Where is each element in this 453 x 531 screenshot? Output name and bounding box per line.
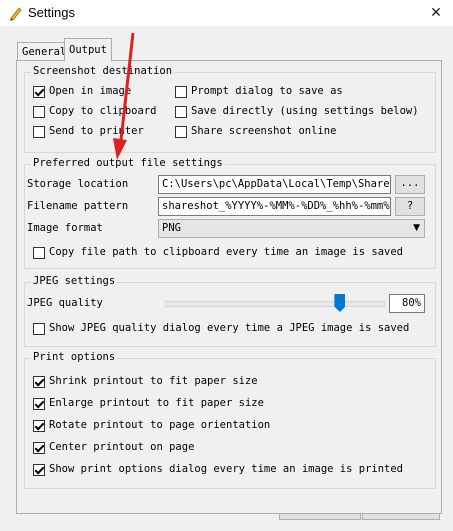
output-tab-panel: Screenshot destination Open in image Pro… — [16, 60, 442, 514]
title-bar: Settings ✕ — [0, 0, 453, 26]
jpeg-quality-value[interactable]: 80% — [389, 294, 425, 313]
copy-to-clipboard-checkbox[interactable] — [33, 106, 45, 118]
copy-file-path-checkbox[interactable] — [33, 247, 45, 259]
save-directly-checkbox[interactable] — [175, 106, 187, 118]
show-print-dialog-label: Show print options dialog every time an … — [49, 463, 404, 475]
prompt-dialog-checkbox[interactable] — [175, 86, 187, 98]
shrink-printout-label: Shrink printout to fit paper size — [49, 375, 258, 387]
copy-file-path-label: Copy file path to clipboard every time a… — [49, 246, 404, 258]
send-to-printer-checkbox[interactable] — [33, 126, 45, 138]
storage-location-input[interactable]: C:\Users\pc\AppData\Local\Temp\ShareSh — [158, 175, 391, 194]
chevron-down-icon: ▼ — [413, 223, 420, 233]
shrink-printout-checkbox[interactable] — [33, 376, 45, 388]
group-label: Screenshot destination — [31, 65, 175, 77]
copy-to-clipboard-label: Copy to clipboard — [49, 105, 157, 117]
prompt-dialog-label: Prompt dialog to save as — [191, 85, 343, 97]
image-format-value: PNG — [162, 222, 181, 234]
jpeg-settings-group: JPEG settings JPEG quality 80% Show JPEG… — [24, 275, 436, 347]
jpeg-quality-label: JPEG quality — [27, 297, 103, 309]
output-file-settings-group: Preferred output file settings Storage l… — [24, 157, 436, 269]
screenshot-destination-group: Screenshot destination Open in image Pro… — [24, 65, 436, 153]
share-online-label: Share screenshot online — [191, 125, 337, 137]
show-jpeg-dialog-label: Show JPEG quality dialog every time a JP… — [49, 322, 410, 334]
open-in-image-label: Open in image — [49, 85, 132, 97]
dialog-client: General Output Screenshot destination Op… — [0, 26, 453, 531]
group-label: Preferred output file settings — [31, 157, 225, 169]
show-print-dialog-checkbox[interactable] — [33, 464, 45, 476]
close-button[interactable]: ✕ — [419, 0, 453, 26]
filename-pattern-input[interactable]: shareshot_%YYYY%-%MM%-%DD%_%hh%-%mm%-% — [158, 197, 391, 216]
storage-location-label: Storage location — [27, 178, 129, 190]
center-printout-checkbox[interactable] — [33, 442, 45, 454]
filename-pattern-label: Filename pattern — [27, 200, 129, 212]
pattern-help-button[interactable]: ? — [395, 197, 425, 216]
save-directly-label: Save directly (using settings below) — [191, 105, 419, 117]
tab-output[interactable]: Output — [64, 38, 112, 61]
enlarge-printout-label: Enlarge printout to fit paper size — [49, 397, 264, 409]
image-format-label: Image format — [27, 222, 103, 234]
send-to-printer-label: Send to printer — [49, 125, 144, 137]
show-jpeg-dialog-checkbox[interactable] — [33, 323, 45, 335]
window-title: Settings — [28, 5, 75, 20]
print-options-group: Print options Shrink printout to fit pap… — [24, 351, 436, 489]
group-label: JPEG settings — [31, 275, 118, 287]
center-printout-label: Center printout on page — [49, 441, 195, 453]
group-label: Print options — [31, 351, 118, 363]
share-online-checkbox[interactable] — [175, 126, 187, 138]
open-in-image-checkbox[interactable] — [33, 86, 45, 98]
jpeg-quality-slider-thumb[interactable] — [334, 294, 346, 312]
close-icon: ✕ — [430, 5, 442, 21]
browse-button[interactable]: ... — [395, 175, 425, 194]
image-format-select[interactable]: PNG ▼ — [158, 219, 425, 238]
pen-icon — [10, 7, 22, 21]
rotate-printout-label: Rotate printout to page orientation — [49, 419, 271, 431]
enlarge-printout-checkbox[interactable] — [33, 398, 45, 410]
rotate-printout-checkbox[interactable] — [33, 420, 45, 432]
jpeg-quality-slider-track[interactable] — [165, 301, 385, 307]
